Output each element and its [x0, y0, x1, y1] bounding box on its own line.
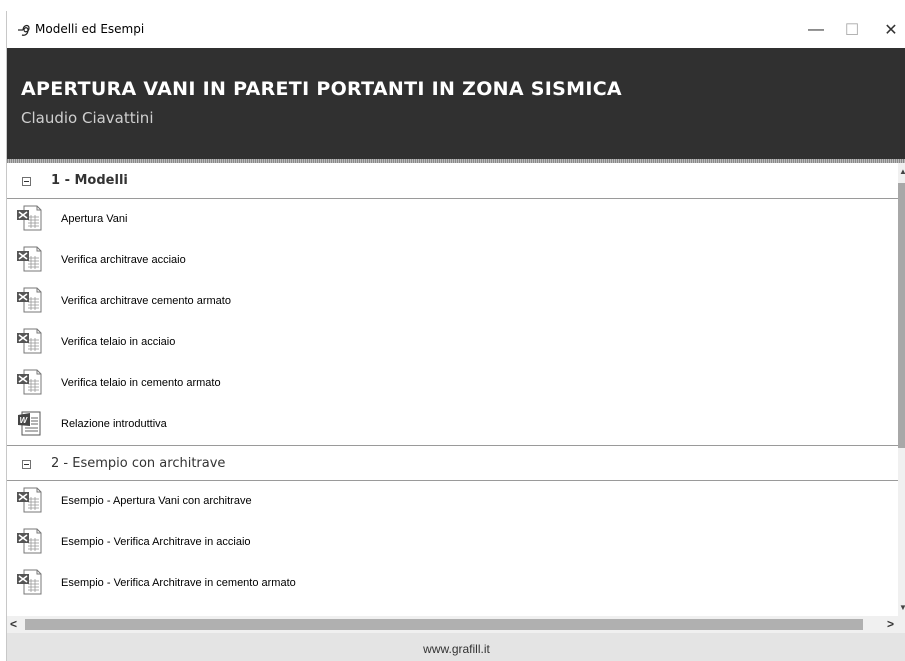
- window-title: Modelli ed Esempi: [35, 22, 145, 36]
- collapse-icon[interactable]: [22, 460, 31, 469]
- item-label: Verifica architrave acciaio: [61, 254, 186, 266]
- excel-file-icon: [16, 568, 44, 596]
- collapse-icon[interactable]: [22, 177, 31, 186]
- list-item[interactable]: Esempio - Verifica Architrave in cemento…: [7, 563, 898, 604]
- close-button[interactable]: ✕: [868, 11, 905, 48]
- horizontal-scroll-thumb[interactable]: [25, 619, 863, 630]
- vertical-scrollbar[interactable]: ▲ ▼: [898, 163, 905, 618]
- excel-file-icon: [16, 486, 44, 514]
- list-item[interactable]: Apertura Vani: [7, 199, 898, 240]
- list-item[interactable]: Verifica architrave cemento armato: [7, 281, 898, 322]
- title-bar: Modelli ed Esempi — ☐ ✕: [7, 11, 905, 48]
- banner-title: APERTURA VANI IN PARETI PORTANTI IN ZONA…: [21, 78, 622, 100]
- app-curl-icon: [17, 21, 33, 37]
- horizontal-scrollbar[interactable]: < >: [7, 616, 905, 633]
- scroll-left-icon[interactable]: <: [10, 617, 17, 631]
- excel-file-icon: [16, 327, 44, 355]
- header-banner: APERTURA VANI IN PARETI PORTANTI IN ZONA…: [7, 48, 905, 159]
- footer-bar: www.grafill.it: [7, 633, 905, 661]
- group-header-esempio[interactable]: 2 - Esempio con architrave: [7, 445, 898, 481]
- excel-file-icon: [16, 368, 44, 396]
- list-item[interactable]: Esempio - Apertura Vani con architrave: [7, 481, 898, 522]
- app-window: Modelli ed Esempi — ☐ ✕ APERTURA VANI IN…: [6, 11, 905, 661]
- list-item[interactable]: Verifica telaio in cemento armato: [7, 363, 898, 404]
- scroll-up-icon[interactable]: ▲: [899, 167, 905, 176]
- group-title: 2 - Esempio con architrave: [51, 456, 226, 471]
- scroll-right-icon[interactable]: >: [887, 617, 894, 631]
- list-item[interactable]: Verifica telaio in acciaio: [7, 322, 898, 363]
- item-label: Relazione introduttiva: [61, 418, 167, 430]
- item-label: Esempio - Verifica Architrave in cemento…: [61, 577, 296, 589]
- group-header-modelli[interactable]: 1 - Modelli: [7, 163, 898, 199]
- item-label: Verifica telaio in cemento armato: [61, 377, 221, 389]
- excel-file-icon: [16, 527, 44, 555]
- item-label: Esempio - Verifica Architrave in acciaio: [61, 536, 251, 548]
- excel-file-icon: [16, 245, 44, 273]
- footer-link[interactable]: www.grafill.it: [7, 642, 905, 656]
- list-item[interactable]: W Relazione introduttiva: [7, 404, 898, 445]
- group-title: 1 - Modelli: [51, 173, 128, 188]
- scroll-down-icon[interactable]: ▼: [899, 603, 905, 612]
- word-file-icon: W: [16, 409, 44, 437]
- list-item[interactable]: Esempio - Verifica Architrave in acciaio: [7, 522, 898, 563]
- item-label: Apertura Vani: [61, 213, 128, 225]
- excel-file-icon: [16, 286, 44, 314]
- vertical-scroll-thumb[interactable]: [898, 183, 905, 448]
- item-label: Verifica architrave cemento armato: [61, 295, 231, 307]
- content-list: 1 - Modelli Apertura Vani Verifica archi…: [7, 163, 898, 616]
- banner-author: Claudio Ciavattini: [21, 109, 154, 127]
- excel-file-icon: [16, 204, 44, 232]
- item-label: Esempio - Apertura Vani con architrave: [61, 495, 252, 507]
- item-label: Verifica telaio in acciaio: [61, 336, 176, 348]
- list-item[interactable]: Verifica architrave acciaio: [7, 240, 898, 281]
